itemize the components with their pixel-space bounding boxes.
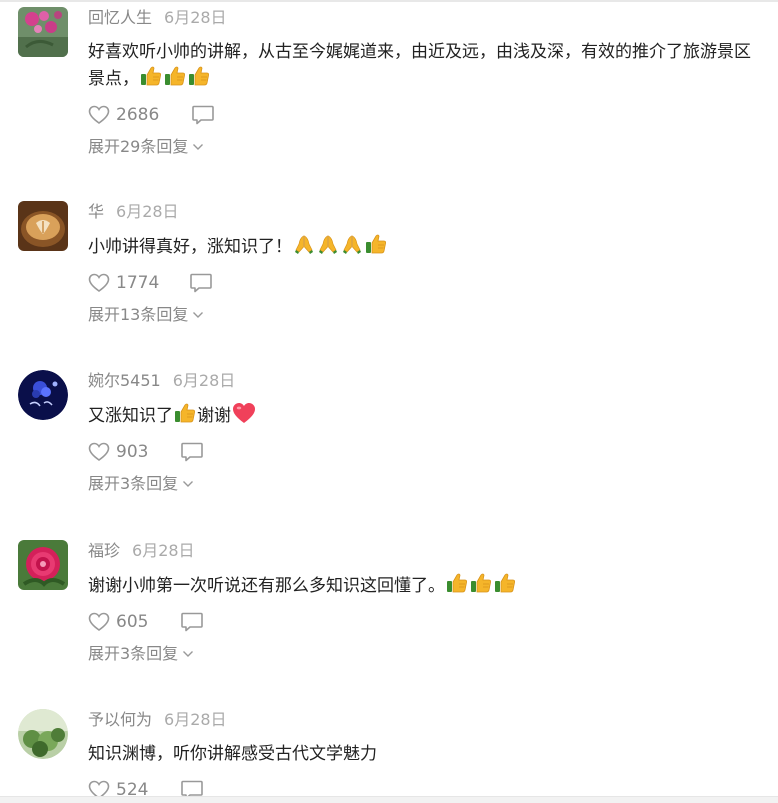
comment-date: 6月28日 — [172, 371, 236, 390]
comment-bubble-icon — [180, 441, 204, 463]
like-button[interactable]: 1774 — [88, 273, 159, 293]
author-name[interactable]: 福珍 — [88, 541, 120, 560]
like-count: 903 — [116, 442, 149, 462]
comment-text-line: 知识渊博，听你讲解感受古代文学魅力 — [88, 744, 377, 764]
expand-replies-label: 展开29条回复 — [88, 137, 189, 156]
pray-emoji-icon — [293, 233, 315, 255]
comment-text-line: 小帅讲得真好，涨知识了！ — [88, 237, 292, 257]
comment-date: 6月28日 — [132, 541, 195, 560]
comment-bubble-icon — [191, 104, 215, 126]
chevron-down-icon — [192, 143, 204, 151]
comment-text-line: 谢谢 — [197, 406, 231, 426]
avatar[interactable] — [18, 201, 68, 251]
like-button[interactable]: 605 — [88, 612, 148, 632]
chevron-down-icon — [192, 311, 204, 319]
like-button[interactable]: 903 — [88, 442, 148, 462]
author-name[interactable]: 回忆人生 — [88, 8, 152, 27]
author-name[interactable]: 婉尔5451 — [88, 371, 161, 390]
reply-button[interactable] — [180, 611, 204, 633]
like-count: 2686 — [116, 105, 160, 125]
thumbs-up-emoji-icon — [470, 572, 492, 594]
comment-bubble-icon — [189, 272, 213, 294]
chevron-down-icon — [182, 480, 194, 488]
expand-replies-button[interactable]: 展开3条回复 — [88, 643, 194, 665]
pray-emoji-icon — [317, 233, 339, 255]
reply-button[interactable] — [180, 441, 204, 463]
comment-text: 好喜欢听小帅的讲解，从古至今娓娓道来，由近及远，由浅及深，有效的推介了旅游景区 … — [88, 39, 770, 92]
expand-replies-button[interactable]: 展开3条回复 — [88, 473, 194, 495]
heart-emoji-icon — [232, 402, 256, 424]
like-count: 605 — [116, 612, 149, 632]
comment-text-line: 又涨知识了 — [88, 406, 173, 426]
thumbs-up-emoji-icon — [164, 65, 186, 87]
comment-bubble-icon — [180, 611, 204, 633]
author-name[interactable]: 予以何为 — [88, 710, 152, 729]
comment-text: 又涨知识了 谢谢 — [88, 402, 770, 429]
thumbs-up-emoji-icon — [140, 65, 162, 87]
comment-text: 知识渊博，听你讲解感受古代文学魅力 — [88, 741, 770, 767]
comment-date: 6月28日 — [116, 202, 179, 221]
comment-text-line: 谢谢小帅第一次听说还有那么多知识这回懂了。 — [88, 576, 445, 596]
reply-button[interactable] — [191, 104, 215, 126]
comment-text-line: 景点， — [88, 69, 139, 89]
like-button[interactable]: 2686 — [88, 105, 159, 125]
thumbs-up-emoji-icon — [365, 233, 387, 255]
comment-text-line: 好喜欢听小帅的讲解，从古至今娓娓道来，由近及远，由浅及深，有效的推介了旅游景区 — [88, 42, 751, 62]
avatar[interactable] — [18, 370, 68, 420]
heart-icon — [88, 273, 110, 293]
avatar[interactable] — [18, 540, 68, 590]
thumbs-up-emoji-icon — [188, 65, 210, 87]
like-count: 1774 — [116, 273, 160, 293]
expand-replies-button[interactable]: 展开29条回复 — [88, 136, 204, 158]
thumbs-up-emoji-icon — [446, 572, 468, 594]
comment-date: 6月28日 — [164, 8, 227, 27]
avatar[interactable] — [18, 7, 68, 57]
expand-replies-button[interactable]: 展开13条回复 — [88, 304, 204, 326]
heart-icon — [88, 612, 110, 632]
heart-icon — [88, 105, 110, 125]
comment-text: 小帅讲得真好，涨知识了！ — [88, 233, 770, 260]
pray-emoji-icon — [341, 233, 363, 255]
top-divider — [0, 0, 778, 2]
comment-date: 6月28日 — [164, 710, 227, 729]
avatar[interactable] — [18, 709, 68, 759]
expand-replies-label: 展开3条回复 — [88, 644, 179, 663]
expand-replies-label: 展开13条回复 — [88, 305, 189, 324]
thumbs-up-emoji-icon — [494, 572, 516, 594]
comment-text: 谢谢小帅第一次听说还有那么多知识这回懂了。 — [88, 572, 770, 599]
heart-icon — [88, 442, 110, 462]
bottom-divider — [0, 796, 778, 803]
expand-replies-label: 展开3条回复 — [88, 474, 179, 493]
author-name[interactable]: 华 — [88, 202, 104, 221]
chevron-down-icon — [182, 650, 194, 658]
reply-button[interactable] — [189, 272, 213, 294]
thumbs-up-emoji-icon — [174, 402, 196, 424]
